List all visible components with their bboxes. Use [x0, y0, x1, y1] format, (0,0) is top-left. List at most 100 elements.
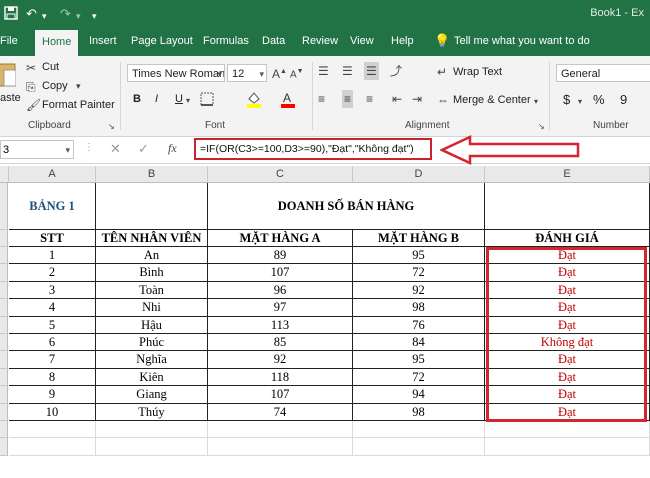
header-employee-name[interactable]: TÊN NHÂN VIÊN: [96, 230, 208, 247]
empty-cell[interactable]: [485, 421, 650, 439]
stt-cell[interactable]: 9: [9, 386, 96, 404]
product-b-cell[interactable]: 72: [353, 368, 485, 387]
empty-cell[interactable]: [9, 421, 96, 439]
underline-dropdown-icon[interactable]: ▾: [186, 94, 190, 108]
product-a-cell[interactable]: 118: [208, 368, 353, 387]
stt-cell[interactable]: 3: [9, 281, 96, 300]
formula-input[interactable]: =IF(OR(C3>=100,D3>=90),"Đạt","Không đạt"…: [194, 138, 432, 160]
product-b-cell[interactable]: 84: [353, 334, 485, 352]
column-header-d[interactable]: D: [353, 166, 485, 183]
employee-name-cell[interactable]: Bình: [96, 264, 208, 282]
customize-icon[interactable]: ▾: [92, 8, 97, 24]
empty-cell[interactable]: [9, 438, 96, 456]
merge-center-button[interactable]: Merge & Center: [453, 94, 531, 106]
format-painter-button[interactable]: Format Painter: [42, 99, 115, 111]
tab-review[interactable]: Review: [302, 35, 338, 47]
comma-style-button[interactable]: 9: [620, 92, 627, 107]
product-b-cell[interactable]: 98: [353, 299, 485, 317]
insert-function-icon[interactable]: fx: [168, 141, 177, 156]
header-product-a[interactable]: MẶT HÀNG A: [208, 230, 353, 247]
bold-button[interactable]: B: [133, 93, 141, 105]
product-b-cell[interactable]: 94: [353, 386, 485, 404]
select-all-corner[interactable]: [0, 166, 9, 183]
empty-cell[interactable]: [353, 438, 485, 456]
row-header[interactable]: [0, 386, 8, 404]
stt-cell[interactable]: 7: [9, 351, 96, 369]
row-header[interactable]: [0, 281, 8, 300]
paste-button[interactable]: aste: [0, 60, 21, 106]
italic-button[interactable]: I: [155, 93, 158, 105]
employee-name-cell[interactable]: Nghĩa: [96, 351, 208, 369]
stt-cell[interactable]: 1: [9, 247, 96, 265]
tab-help[interactable]: Help: [391, 35, 414, 47]
align-left-icon[interactable]: ≡: [318, 92, 325, 106]
fill-color-icon[interactable]: [246, 90, 262, 111]
employee-name-cell[interactable]: Hậu: [96, 316, 208, 334]
increase-indent-icon[interactable]: ⇥: [412, 92, 422, 106]
copy-dropdown-icon[interactable]: ▾: [76, 79, 81, 93]
font-name-combo[interactable]: Times New Roman ▾: [127, 64, 225, 82]
product-b-cell[interactable]: 95: [353, 247, 485, 265]
stt-cell[interactable]: 10: [9, 403, 96, 421]
row-header[interactable]: [0, 230, 8, 247]
column-header-e[interactable]: E: [485, 166, 650, 183]
alignment-launcher-icon[interactable]: ↘: [538, 120, 545, 134]
stt-cell[interactable]: 4: [9, 299, 96, 317]
row-header[interactable]: [0, 421, 8, 439]
align-center-icon[interactable]: ≡: [342, 90, 354, 108]
product-b-cell[interactable]: 95: [353, 351, 485, 369]
empty-cell[interactable]: [485, 438, 650, 456]
merge-dropdown-icon[interactable]: ▾: [534, 95, 538, 109]
row-header[interactable]: [0, 183, 8, 230]
table-label-cell[interactable]: BẢNG 1: [9, 183, 96, 230]
cancel-icon[interactable]: ✕: [110, 141, 121, 157]
align-top-icon[interactable]: ☰: [318, 64, 329, 78]
row-header[interactable]: [0, 316, 8, 334]
product-a-cell[interactable]: 85: [208, 334, 353, 352]
row-header[interactable]: [0, 403, 8, 421]
product-a-cell[interactable]: 89: [208, 247, 353, 265]
product-a-cell[interactable]: 107: [208, 264, 353, 282]
header-rating[interactable]: ĐÁNH GIÁ: [485, 230, 650, 247]
font-size-combo[interactable]: 12 ▾: [227, 64, 267, 82]
stt-cell[interactable]: 8: [9, 368, 96, 387]
product-a-cell[interactable]: 113: [208, 316, 353, 334]
employee-name-cell[interactable]: Nhi: [96, 299, 208, 317]
employee-name-cell[interactable]: Toàn: [96, 281, 208, 300]
product-b-cell[interactable]: 92: [353, 281, 485, 300]
product-a-cell[interactable]: 74: [208, 403, 353, 421]
product-b-cell[interactable]: 72: [353, 264, 485, 282]
employee-name-cell[interactable]: Thúy: [96, 403, 208, 421]
align-right-icon[interactable]: ≡: [366, 92, 373, 106]
underline-button[interactable]: U: [175, 93, 183, 105]
tab-view[interactable]: View: [350, 35, 374, 47]
clipboard-launcher-icon[interactable]: ↘: [108, 120, 115, 134]
currency-button[interactable]: $: [563, 92, 570, 107]
empty-cell[interactable]: [96, 183, 208, 230]
product-b-cell[interactable]: 98: [353, 403, 485, 421]
employee-name-cell[interactable]: Giang: [96, 386, 208, 404]
orientation-icon[interactable]: ⤴: [390, 64, 402, 78]
row-header[interactable]: [0, 438, 8, 456]
wrap-text-button[interactable]: Wrap Text: [453, 66, 502, 78]
undo-icon[interactable]: ↶: [26, 6, 37, 22]
employee-name-cell[interactable]: Kiên: [96, 368, 208, 387]
stt-cell[interactable]: 5: [9, 316, 96, 334]
tab-data[interactable]: Data: [262, 35, 285, 47]
row-header[interactable]: [0, 368, 8, 387]
number-format-combo[interactable]: General: [556, 64, 650, 82]
empty-cell[interactable]: [96, 438, 208, 456]
align-middle-icon[interactable]: ☰: [342, 64, 353, 78]
row-header[interactable]: [0, 351, 8, 369]
row-header[interactable]: [0, 247, 8, 265]
tell-me-search[interactable]: Tell me what you want to do: [454, 35, 590, 47]
redo-dropdown-icon[interactable]: ▾: [76, 8, 81, 24]
empty-cell[interactable]: [485, 183, 650, 230]
cut-button[interactable]: Cut: [42, 61, 59, 73]
tab-formulas[interactable]: Formulas: [203, 35, 249, 47]
tab-insert[interactable]: Insert: [89, 35, 117, 47]
decrease-indent-icon[interactable]: ⇤: [392, 92, 402, 106]
tab-page-layout[interactable]: Page Layout: [131, 35, 193, 47]
redo-icon[interactable]: ↷: [60, 6, 71, 22]
row-header[interactable]: [0, 299, 8, 317]
